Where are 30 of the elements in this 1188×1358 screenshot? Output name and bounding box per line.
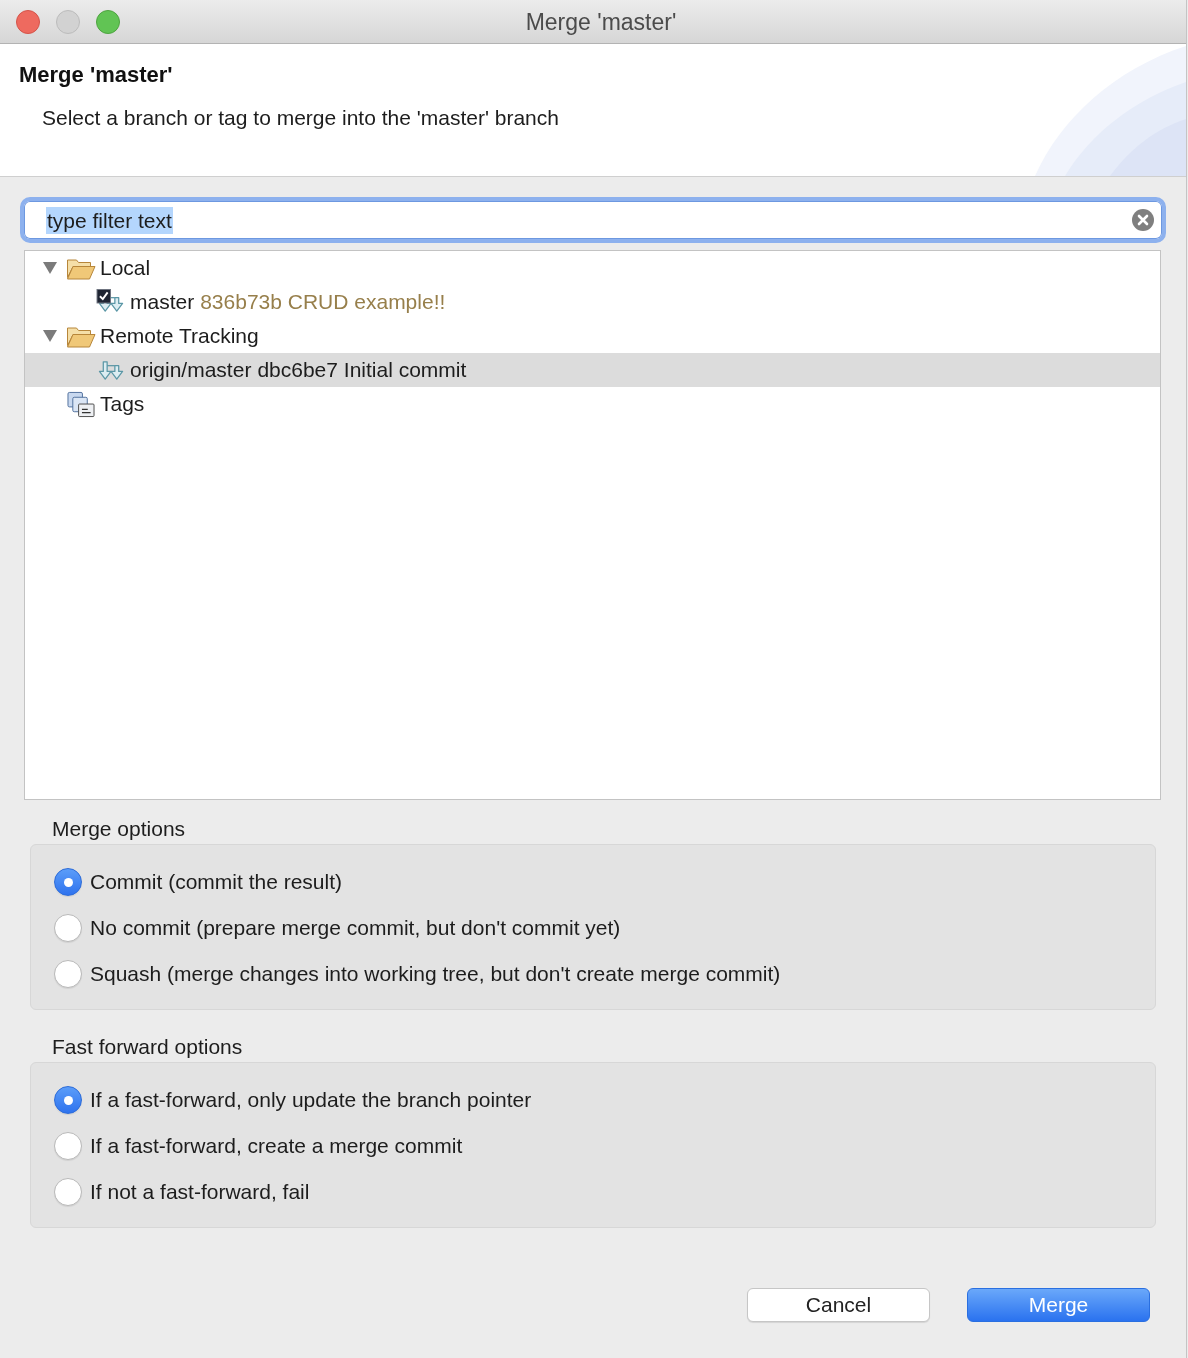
dialog-description: Select a branch or tag to merge into the 'master' branch [42,105,559,131]
radio-button[interactable] [54,868,82,896]
radio-button[interactable] [54,1086,82,1114]
radio-button[interactable] [54,914,82,942]
tree-item[interactable]: Local [25,251,1160,285]
tags-icon [66,390,96,418]
tree-item[interactable]: Tags [25,387,1160,421]
window-title: Merge 'master' [525,7,677,36]
radio-label[interactable]: Commit (commit the result) [90,869,343,895]
radio-label[interactable]: Squash (merge changes into working tree, but don't create merge commit) [90,961,781,987]
tree-item[interactable]: master 836b73b CRUD example!! [25,285,1160,319]
radio-label[interactable]: No commit (prepare merge commit, but don't commit yet) [90,915,621,941]
expand-arrow-icon[interactable] [42,329,58,343]
radio-label[interactable]: If a fast-forward, only update the branch pointer [90,1087,532,1113]
dialog-heading: Merge 'master' [19,62,173,88]
radio-button[interactable] [54,960,82,988]
cancel-button[interactable]: Cancel [747,1288,930,1322]
clear-icon[interactable] [1132,209,1154,231]
zoom-icon[interactable] [96,9,120,34]
tree-item[interactable]: origin/master dbc6be7 Initial commit [25,353,1160,387]
section-label: Merge options [52,816,186,842]
expand-arrow-icon[interactable] [42,261,58,275]
radio-label[interactable]: If a fast-forward, create a merge commit [90,1133,463,1159]
radio-button[interactable] [54,1132,82,1160]
filter-field[interactable]: type filter text [20,197,1166,243]
tree-item[interactable]: Remote Tracking [25,319,1160,353]
radio-button[interactable] [54,1178,82,1206]
section-label: Fast forward options [52,1034,243,1060]
close-icon[interactable] [16,9,40,34]
radio-label[interactable]: If not a fast-forward, fail [90,1179,310,1205]
